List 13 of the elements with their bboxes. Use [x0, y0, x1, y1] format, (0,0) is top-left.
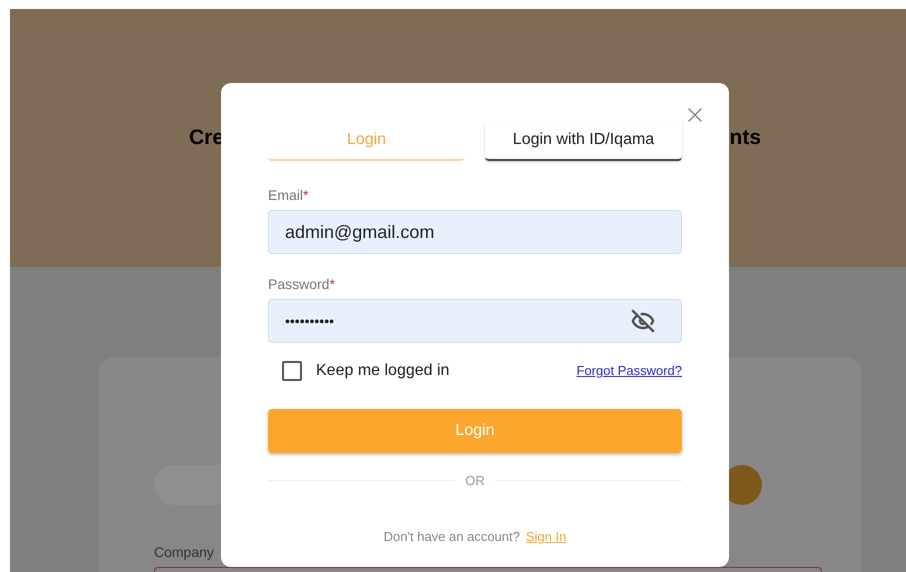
- forgot-password-link[interactable]: Forgot Password?: [576, 361, 682, 381]
- password-field[interactable]: ••••••••••: [268, 299, 682, 343]
- eye-off-icon[interactable]: [631, 309, 655, 333]
- page-heading: nts: [730, 125, 761, 152]
- divider-text: OR: [465, 472, 485, 490]
- signup-prompt: Don't have an account?: [384, 528, 520, 546]
- field-label: Email*: [268, 186, 308, 205]
- email-field[interactable]: admin@gmail.com: [268, 210, 682, 254]
- checkbox-label: Keep me logged in: [316, 361, 450, 381]
- field-label: Password*: [268, 275, 335, 294]
- checkbox[interactable]: [282, 361, 302, 381]
- tab[interactable]: Login with ID/Iqama: [485, 121, 682, 161]
- field-label: Company: [154, 544, 214, 560]
